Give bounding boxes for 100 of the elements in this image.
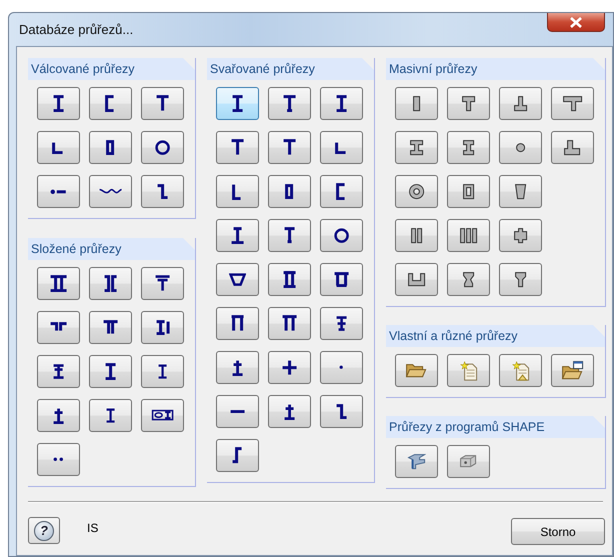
section-type-button[interactable] [141,399,184,432]
section-type-button[interactable] [89,267,132,300]
section-type-button[interactable] [37,267,80,300]
section-type-button[interactable] [320,175,363,208]
z-section-icon [156,184,170,200]
i-section-icon [282,402,296,420]
section-type-button[interactable] [37,311,80,344]
section-type-button[interactable] [320,131,363,164]
flat-bar-icon [228,410,246,414]
new-file-icon [458,360,478,382]
section-type-button[interactable] [268,395,311,428]
section-type-button[interactable] [216,395,259,428]
double-angle-icon [48,322,68,333]
solid-i-icon [462,138,476,156]
section-type-button[interactable] [89,175,132,208]
group-title: Svařované průřezy [210,62,315,76]
section-type-button[interactable] [89,399,132,432]
ring-section-icon [408,182,426,200]
section-type-button[interactable] [395,175,438,208]
section-type-button[interactable] [268,87,311,120]
folder-icon [405,362,428,378]
section-type-button[interactable] [89,131,132,164]
section-type-button[interactable] [320,219,363,252]
help-button[interactable]: ? [28,517,60,544]
section-type-button[interactable] [320,87,363,120]
group-title: Masivní průřezy [389,62,478,76]
solid-rectangle-icon [412,94,422,112]
section-type-button[interactable] [141,311,184,344]
section-type-button[interactable] [268,175,311,208]
section-type-button[interactable] [37,131,80,164]
section-type-button[interactable] [216,351,259,384]
section-type-button[interactable] [268,351,311,384]
section-type-button[interactable] [395,131,438,164]
tube-i-section-icon [150,409,174,422]
section-type-button[interactable] [141,131,184,164]
section-type-button[interactable] [395,263,438,296]
i-section-icon [52,364,66,380]
trapezoid-icon [514,182,528,200]
solid-block-icon [459,454,478,469]
section-type-button[interactable] [499,175,542,208]
pi-section-icon [280,314,298,332]
section-type-button[interactable] [499,263,542,296]
section-type-button[interactable] [141,175,184,208]
double-channel-icon [102,274,118,292]
close-button[interactable] [547,13,605,32]
section-type-button[interactable] [395,87,438,120]
section-type-button[interactable] [89,87,132,120]
section-type-button[interactable] [447,263,490,296]
y-section-icon [514,270,528,288]
section-type-button[interactable] [268,131,311,164]
i-section-icon [334,94,348,112]
section-type-button[interactable] [447,175,490,208]
section-type-button[interactable] [395,219,438,252]
wave-section-icon [98,188,124,195]
section-type-button[interactable] [216,219,259,252]
group-title: Průřezy z programů SHAPE [389,420,545,434]
solid-cross-icon [512,226,528,244]
section-type-button[interactable] [89,355,132,388]
help-icon: ? [34,520,54,540]
section-type-button[interactable] [551,131,594,164]
cross-section-icon [280,358,298,376]
section-type-button[interactable] [141,267,184,300]
angle-section-icon [335,140,348,154]
section-type-button[interactable] [216,307,259,340]
section-type-button[interactable] [216,439,259,472]
cancel-button[interactable]: Storno [511,518,605,545]
section-type-button[interactable] [216,175,259,208]
section-type-button[interactable] [89,311,132,344]
section-type-button[interactable] [395,354,438,387]
section-type-button[interactable] [216,263,259,296]
rectangular-tube-icon [285,184,294,200]
section-type-button[interactable] [141,87,184,120]
dot-icon [338,364,345,371]
solid-u-icon [406,272,426,288]
section-type-button[interactable] [216,131,259,164]
section-type-button[interactable] [320,263,363,296]
section-type-button[interactable] [499,87,542,120]
solid-circle-icon [514,142,526,154]
section-type-button[interactable] [37,355,80,388]
section-type-button[interactable] [37,175,80,208]
section-type-button[interactable] [268,263,311,296]
section-type-button[interactable] [268,219,311,252]
section-type-button[interactable] [216,87,259,120]
i-section-icon [230,226,246,244]
box-section-icon [282,270,298,288]
section-type-button[interactable] [320,395,363,428]
section-type-button[interactable] [37,87,80,120]
section-type-button[interactable] [37,399,80,432]
section-type-button[interactable] [268,307,311,340]
section-type-button[interactable] [499,219,542,252]
section-type-button[interactable] [551,354,594,387]
section-type-button[interactable] [447,219,490,252]
section-type-button[interactable] [551,87,594,120]
section-type-button[interactable] [447,131,490,164]
section-type-button[interactable] [447,87,490,120]
i-section-icon [156,364,168,380]
circular-tube-icon [334,228,350,244]
section-type-button[interactable] [141,355,184,388]
tee-section-icon [282,227,296,244]
section-type-button[interactable] [320,307,363,340]
